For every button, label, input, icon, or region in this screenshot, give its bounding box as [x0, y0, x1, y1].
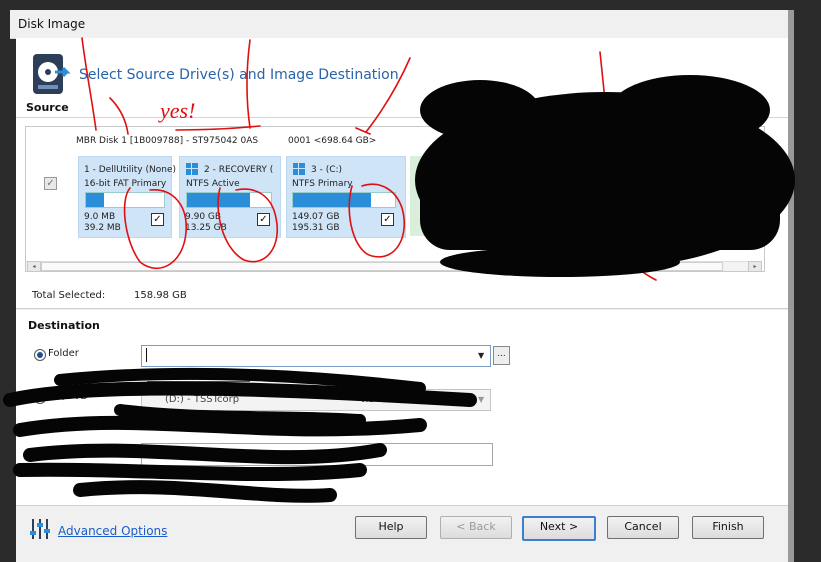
redaction-scribbles — [3, 75, 795, 503]
